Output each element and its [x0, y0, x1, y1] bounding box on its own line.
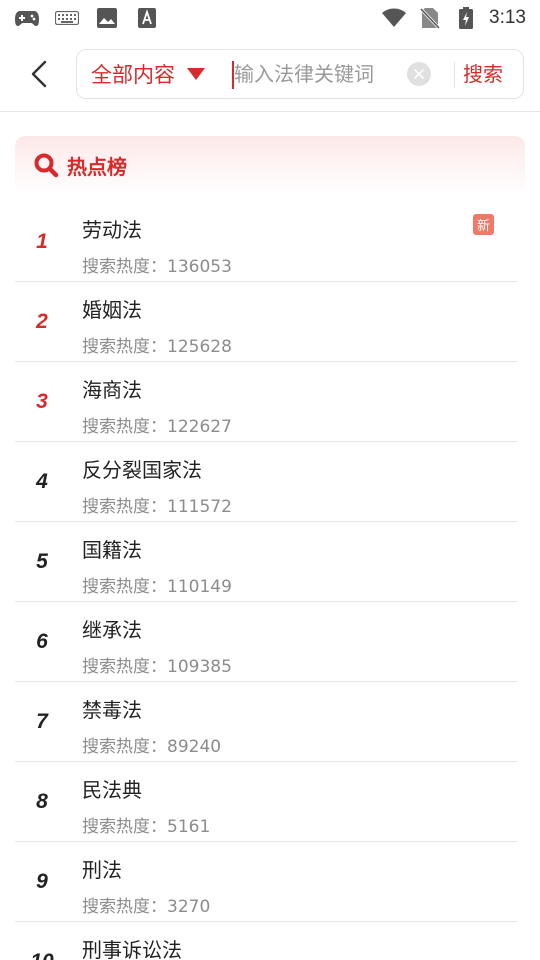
heat-value: 搜索热度：109385 — [82, 652, 232, 677]
heat-label: 搜索热度： — [82, 737, 167, 757]
hot-list-item[interactable]: 8 民法典 搜索热度：5161 — [15, 762, 517, 842]
heat-value: 搜索热度：5161 — [82, 812, 210, 837]
heat-label: 搜索热度： — [82, 417, 167, 437]
heat-label: 搜索热度： — [82, 257, 167, 277]
hot-list-item[interactable]: 1 劳动法 搜索热度：136053 新 — [15, 202, 517, 282]
search-input[interactable] — [234, 56, 384, 92]
heat-count: 109385 — [167, 657, 232, 677]
law-name: 民法典 — [82, 778, 142, 802]
heat-value: 搜索热度：111572 — [82, 492, 232, 517]
heat-count: 110149 — [167, 577, 232, 597]
no-sim-icon — [417, 7, 443, 29]
rank-number: 8 — [36, 790, 48, 813]
status-bar: 3:13 — [0, 0, 540, 36]
heat-count: 3270 — [167, 897, 211, 917]
hot-list-item[interactable]: 7 禁毒法 搜索热度：89240 — [15, 682, 517, 762]
image-icon — [94, 7, 120, 29]
rank-number: 7 — [36, 710, 48, 733]
heat-value: 搜索热度：3270 — [82, 892, 210, 917]
hot-list-item[interactable]: 4 反分裂国家法 搜索热度：111572 — [15, 442, 517, 522]
divider — [454, 62, 455, 88]
hot-list-header: 热点榜 — [15, 136, 525, 194]
heat-label: 搜索热度： — [82, 497, 167, 517]
hot-list-item[interactable]: 10 刑事诉讼法 — [15, 922, 517, 960]
rank-number: 9 — [36, 870, 48, 893]
scope-select[interactable]: 全部内容 — [91, 50, 205, 98]
hot-list: 1 劳动法 搜索热度：136053 新 2 婚姻法 搜索热度：125628 3 … — [15, 202, 517, 960]
heat-label: 搜索热度： — [82, 817, 167, 837]
law-name: 刑法 — [82, 858, 122, 882]
hot-list-item[interactable]: 9 刑法 搜索热度：3270 — [15, 842, 517, 922]
heat-label: 搜索热度： — [82, 657, 167, 677]
heat-count: 89240 — [167, 737, 222, 757]
law-name: 反分裂国家法 — [82, 458, 202, 482]
clear-button[interactable] — [407, 62, 431, 86]
new-badge: 新 — [473, 214, 494, 235]
back-button[interactable] — [22, 54, 56, 94]
rank-number: 2 — [36, 310, 48, 333]
rank-number: 4 — [36, 470, 48, 493]
rank-number: 3 — [36, 390, 48, 413]
keyboard-icon — [54, 7, 80, 29]
heat-label: 搜索热度： — [82, 337, 167, 357]
rank-number: 6 — [36, 630, 48, 653]
caret-down-icon — [187, 68, 205, 80]
heat-value: 搜索热度：110149 — [82, 572, 232, 597]
heat-label: 搜索热度： — [82, 577, 167, 597]
heat-label: 搜索热度： — [82, 897, 167, 917]
close-icon — [414, 69, 424, 79]
heat-value: 搜索热度：89240 — [82, 732, 221, 757]
hot-list-item[interactable]: 5 国籍法 搜索热度：110149 — [15, 522, 517, 602]
font-icon — [134, 7, 160, 29]
heat-value: 搜索热度：122627 — [82, 412, 232, 437]
search-icon — [34, 153, 59, 178]
law-name: 继承法 — [82, 618, 142, 642]
rank-number: 5 — [36, 550, 48, 573]
heat-count: 125628 — [167, 337, 232, 357]
law-name: 婚姻法 — [82, 298, 142, 322]
chevron-left-icon — [31, 60, 47, 88]
hot-list-item[interactable]: 6 继承法 搜索热度：109385 — [15, 602, 517, 682]
heat-count: 111572 — [167, 497, 232, 517]
search-header: 全部内容 搜索 — [0, 36, 540, 112]
heat-value: 搜索热度：136053 — [82, 252, 232, 277]
search-box: 全部内容 搜索 — [76, 49, 524, 99]
hot-list-item[interactable]: 3 海商法 搜索热度：122627 — [15, 362, 517, 442]
law-name: 劳动法 — [82, 218, 142, 242]
status-left-icons — [14, 7, 160, 29]
law-name: 刑事诉讼法 — [82, 938, 182, 960]
law-name: 海商法 — [82, 378, 142, 402]
law-name: 国籍法 — [82, 538, 142, 562]
rank-number: 1 — [36, 230, 48, 253]
status-time: 3:13 — [489, 7, 526, 28]
scope-label: 全部内容 — [91, 63, 175, 87]
gamepad-icon — [14, 7, 40, 29]
heat-count: 5161 — [167, 817, 211, 837]
wifi-icon — [381, 7, 407, 29]
hot-list-title: 热点榜 — [67, 154, 127, 179]
rank-number: 10 — [27, 922, 57, 960]
hot-list-item[interactable]: 2 婚姻法 搜索热度：125628 — [15, 282, 517, 362]
heat-count: 122627 — [167, 417, 232, 437]
search-button[interactable]: 搜索 — [463, 50, 503, 98]
heat-value: 搜索热度：125628 — [82, 332, 232, 357]
heat-count: 136053 — [167, 257, 232, 277]
law-name: 禁毒法 — [82, 698, 142, 722]
status-right-icons: 3:13 — [381, 7, 526, 29]
battery-charging-icon — [453, 7, 479, 29]
